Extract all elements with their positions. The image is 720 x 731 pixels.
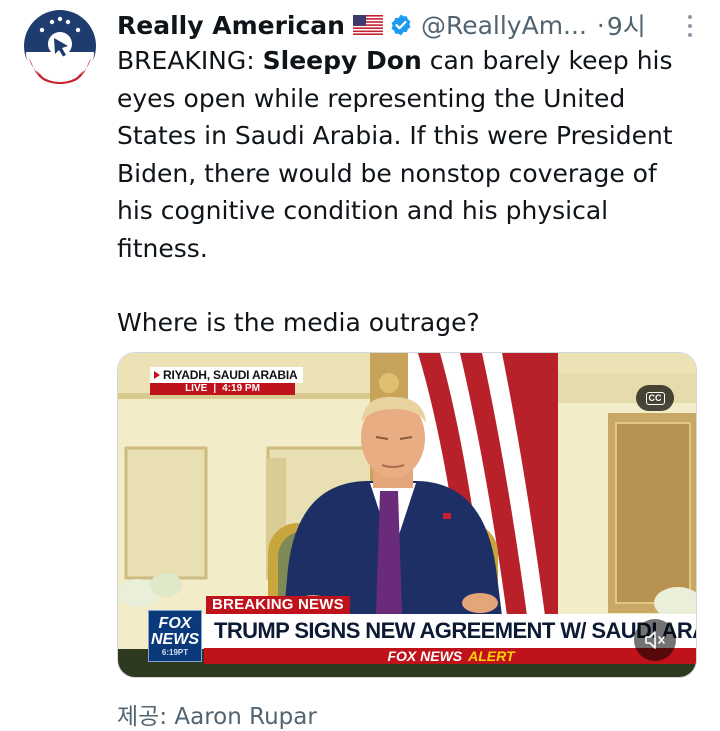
tweet-body-paragraph: BREAKING: Sleepy Don can barely keep his… <box>117 42 697 267</box>
channel-time: 6:19PT <box>161 647 189 657</box>
news-headline: TRUMP SIGNS NEW AGREEMENT W/ SAUDI ARABI… <box>214 618 697 643</box>
media-provided-by[interactable]: 제공: Aaron Rupar <box>117 697 317 731</box>
play-triangle-icon <box>154 371 160 379</box>
speaker-muted-icon <box>645 631 665 649</box>
fox-logo-bottom: NEWS <box>151 630 199 648</box>
tweet-body: can barely keep his eyes open while repr… <box>117 46 673 263</box>
alert-word: ALERT <box>468 648 515 664</box>
us-flag-icon <box>352 15 383 35</box>
tweet-bold-name: Sleepy Don <box>262 46 422 75</box>
cc-icon: CC <box>645 391 665 405</box>
live-time: 4:19 PM <box>222 383 260 394</box>
live-separator: | <box>213 383 217 394</box>
tweet-text: BREAKING: Sleepy Don can barely keep his… <box>117 42 697 342</box>
fox-logo-top: FOX <box>158 614 192 632</box>
breaking-news-label: BREAKING NEWS <box>206 596 350 614</box>
live-bar: LIVE | 4:19 PM <box>150 383 295 395</box>
location-text: RIYADH, SAUDI ARABIA <box>163 368 298 382</box>
live-label: LIVE <box>185 383 208 394</box>
location-tag: RIYADH, SAUDI ARABIA LIVE | 4:19 PM <box>150 367 304 395</box>
news-lower-third: FOX NEWS 6:19PT TRUMP SIGNS NEW AGREEMEN… <box>148 610 697 662</box>
alert-brand: FOX NEWS <box>387 648 463 664</box>
author-handle[interactable]: @ReallyAm... <box>421 11 587 40</box>
verified-badge-icon[interactable] <box>389 13 413 37</box>
avatar[interactable] <box>22 8 98 84</box>
more-options-icon[interactable] <box>680 12 700 40</box>
mute-toggle-button[interactable] <box>634 619 676 661</box>
tweet-header: Really American @ReallyAm... · 9시 <box>117 6 700 44</box>
tweet-timestamp[interactable]: 9시 <box>607 7 646 43</box>
fox-news-alert-bar: FOX NEWS ALERT <box>204 648 696 664</box>
tweet-prefix: BREAKING: <box>117 46 263 75</box>
author-display-name[interactable]: Really American <box>117 11 345 40</box>
closed-captions-button[interactable]: CC <box>636 385 674 411</box>
really-american-logo-icon <box>22 8 98 84</box>
tweet-second-paragraph: Where is the media outrage? <box>117 308 480 337</box>
video-player[interactable]: RIYADH, SAUDI ARABIA LIVE | 4:19 PM CC B… <box>117 352 697 678</box>
separator-dot: · <box>596 10 605 40</box>
location-label: RIYADH, SAUDI ARABIA <box>150 367 304 383</box>
fox-news-logo: FOX NEWS 6:19PT <box>148 610 202 662</box>
